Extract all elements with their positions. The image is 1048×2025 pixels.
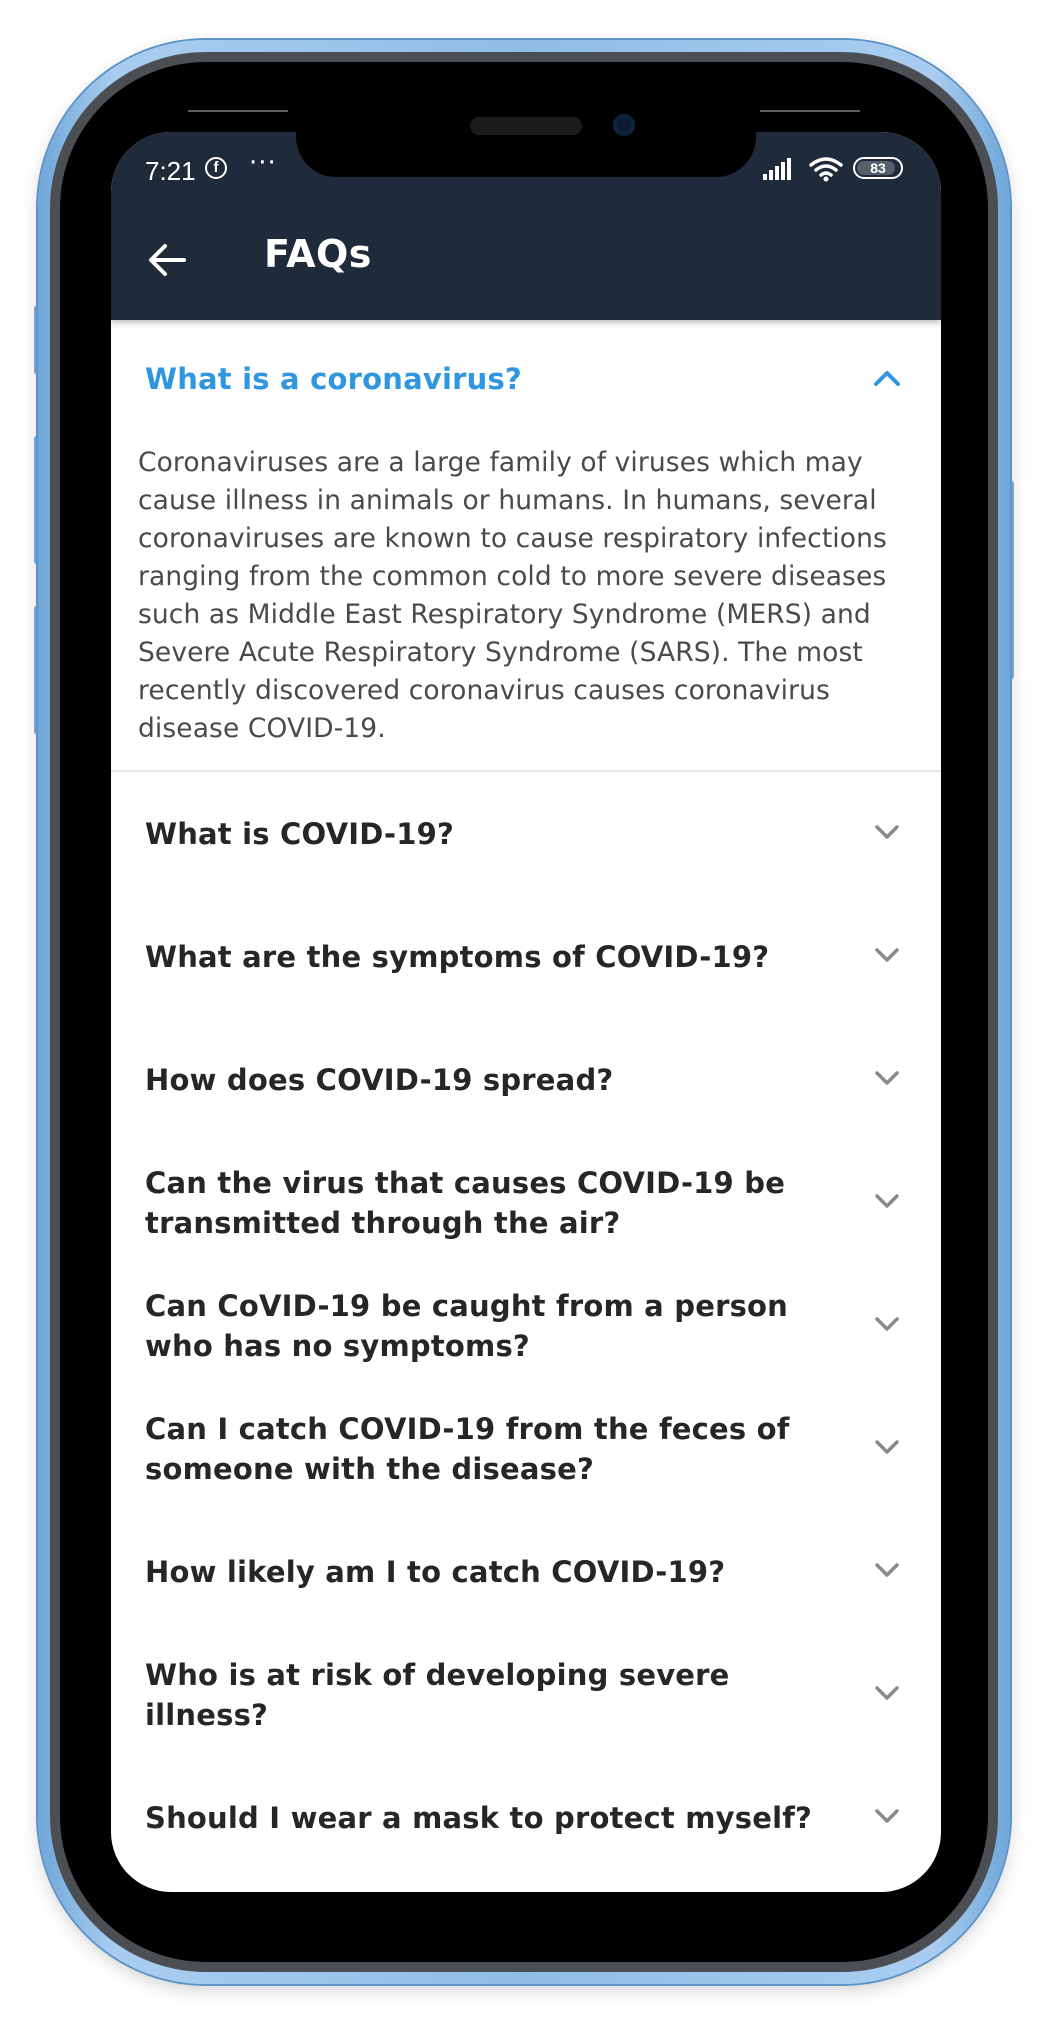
chevron-down-icon — [875, 1562, 899, 1577]
antenna-line-right — [760, 110, 860, 112]
battery-percent: 83 — [870, 160, 886, 176]
app-bar: FAQs — [111, 200, 941, 320]
earpiece-speaker — [470, 117, 582, 135]
faq-question-expanded: What is a coronavirus? — [145, 362, 522, 396]
chevron-up-icon — [874, 371, 900, 386]
status-time: 7:21 — [145, 156, 196, 186]
more-notifications-icon: ··· — [249, 148, 277, 178]
faq-item[interactable]: Who is at risk of developing severe illn… — [111, 1633, 941, 1756]
arrow-left-icon — [149, 244, 186, 276]
chevron-down-icon — [875, 1439, 899, 1454]
screen: 7:21 f ··· 83 FAQs What is a coronavirus… — [111, 132, 941, 1892]
chevron-down-icon — [875, 1193, 899, 1208]
faq-question: How does COVID-19 spread? — [145, 1062, 614, 1097]
faq-question: What are the symptoms of COVID-19? — [145, 939, 770, 974]
faq-question: Who is at risk of developing severe illn… — [145, 1657, 730, 1732]
faq-item[interactable]: Should I wear a mask to protect myself? — [111, 1756, 941, 1879]
faq-answer: Coronaviruses are a large family of viru… — [138, 447, 887, 744]
chevron-down-icon — [875, 1316, 899, 1331]
chevron-down-icon — [875, 1808, 899, 1823]
faq-collapsed-items: What is COVID-19? What are the symptoms o… — [111, 772, 941, 1879]
faq-item[interactable]: Can I catch COVID-19 from the feces of s… — [111, 1387, 941, 1510]
faq-item[interactable]: What are the symptoms of COVID-19? — [111, 895, 941, 1018]
faq-item[interactable]: Can the virus that causes COVID-19 be tr… — [111, 1141, 941, 1264]
faq-question: Can I catch COVID-19 from the feces of s… — [145, 1411, 790, 1486]
chevron-down-icon — [875, 1685, 899, 1700]
faq-question: Should I wear a mask to protect myself? — [145, 1800, 813, 1835]
wifi-icon — [809, 157, 843, 182]
faq-question: Can CoVID-19 be caught from a person who… — [145, 1288, 789, 1363]
faq-question: What is COVID-19? — [145, 816, 455, 851]
faq-item-expanded[interactable]: What is a coronavirus? — [111, 320, 941, 444]
battery-icon: 83 — [853, 157, 903, 179]
chevron-down-icon — [875, 947, 899, 962]
front-camera — [613, 114, 635, 136]
facebook-notification-icon: f — [205, 157, 227, 179]
page-title: FAQs — [264, 232, 372, 276]
faq-list: What is a coronavirus? Coronaviruses are… — [111, 320, 941, 1879]
faq-item[interactable]: How likely am I to catch COVID-19? — [111, 1510, 941, 1633]
chevron-down-icon — [875, 824, 899, 839]
faq-item[interactable]: How does COVID-19 spread? — [111, 1018, 941, 1141]
notch — [296, 132, 756, 177]
back-button[interactable] — [133, 226, 201, 294]
cellular-signal-icon — [763, 158, 791, 180]
antenna-line-left — [188, 110, 288, 112]
chevron-down-icon — [875, 1070, 899, 1085]
faq-item[interactable]: Can CoVID-19 be caught from a person who… — [111, 1264, 941, 1387]
faq-question: How likely am I to catch COVID-19? — [145, 1554, 726, 1589]
faq-item[interactable]: What is COVID-19? — [111, 772, 941, 895]
faq-question: Can the virus that causes COVID-19 be tr… — [145, 1165, 786, 1240]
